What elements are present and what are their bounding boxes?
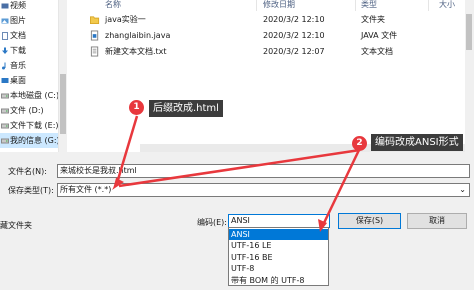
desktop-icon [1,77,9,83]
encoding-option[interactable]: 带有 BOM 的 UTF-8 [229,275,328,286]
file-name: 新建文本文档.txt [105,47,167,56]
encoding-option[interactable]: UTF-16 LE [229,240,328,251]
annotation-callout-1: 后缀改成.html [149,100,223,117]
file-modified: 2020/3/2 12:07 [263,47,325,56]
file-modified: 2020/3/2 12:10 [263,31,325,40]
sidebar-item[interactable]: 文件 (D:) [0,103,58,118]
sidebar-item-label: 桌面 [10,76,26,85]
video-icon [1,3,9,8]
file-list-scrollbar[interactable] [465,0,474,152]
hide-folders-toggle[interactable]: 藏文件夹 [0,220,32,231]
sidebar-item-label: 视频 [10,1,26,10]
chevron-down-icon: ⌄ [459,185,466,194]
filename-label: 文件名(N): [8,167,47,176]
cancel-button[interactable]: 取消 [407,213,467,229]
file-name: zhanglaibin.java [105,31,171,40]
document-icon [2,31,8,40]
encoding-value: ANSI [231,216,250,225]
navigation-scroll-thumb[interactable] [60,74,66,134]
file-type: 文本文档 [361,47,393,56]
download-icon [2,47,8,54]
encoding-label: 编码(E): [197,218,227,227]
column-header-modified[interactable]: 修改日期 [263,0,295,10]
music-icon [2,62,6,69]
sidebar-item-label: 图片 [10,16,26,25]
sidebar-item-label: 文档 [10,31,26,40]
sidebar-item-label: 我的信息 (G:) [10,136,58,145]
file-list: 名称 修改日期 类型 大小 java实验一 2020/3/2 12:10 文件夹 zh… [67,0,474,152]
sidebar-item[interactable]: 下载 [0,43,58,58]
text-file-icon [90,46,99,57]
column-header-size[interactable]: 大小 [439,0,455,10]
picture-icon [1,18,9,23]
navigation-pane: 视频图片文档下载音乐桌面本地磁盘 (C:) 文件 (D:) 文件下载 (E:) 我的信… [0,0,58,152]
sidebar-item[interactable]: 本地磁盘 (C:) [0,88,58,103]
save-type-value: 所有文件 (*.*) [60,185,112,194]
encoding-option[interactable]: UTF-8 [229,263,328,274]
encoding-option[interactable]: UTF-16 BE [229,252,328,263]
file-row[interactable]: zhanglaibin.java 2020/3/2 12:10 JAVA 文件 [87,29,467,43]
chevron-down-icon: ⌄ [319,216,326,225]
annotation-badge-1: 1 [129,100,144,115]
file-row[interactable]: 新建文本文档.txt 2020/3/2 12:07 文本文档 [87,45,467,59]
drive-icon [1,93,9,98]
java-file-icon [90,30,99,41]
encoding-option[interactable]: ANSI [229,229,328,240]
encoding-select[interactable]: ANSI ⌄ [228,214,330,228]
sidebar-item[interactable]: 图片 [0,13,58,28]
save-type-label: 保存类型(T): [8,186,54,195]
sidebar-item-label: 下载 [10,46,26,55]
sidebar-item-label: 本地磁盘 (C:) [10,91,58,100]
sidebar-item-label: 音乐 [10,61,26,70]
annotation-badge-2: 2 [352,136,367,151]
drive-icon [1,138,9,143]
column-divider[interactable] [428,0,429,11]
file-type: 文件夹 [361,15,385,24]
sidebar-item[interactable]: 音乐 [0,58,58,73]
sidebar-item[interactable]: 视频 [0,0,58,13]
filename-input[interactable]: 来城校长是我叔.html [57,164,470,178]
encoding-dropdown-list[interactable]: ANSI UTF-16 LE UTF-16 BE UTF-8 带有 BOM 的 UTF-… [228,227,329,286]
sidebar-item-label: 文件下载 (E:) [10,121,58,130]
file-list-scroll-thumb[interactable] [466,14,472,50]
column-divider[interactable] [256,0,257,11]
drive-icon [1,108,9,113]
navigation-scrollbar[interactable] [58,0,67,152]
column-header-type[interactable]: 类型 [361,0,377,10]
sidebar-item[interactable]: 文件下载 (E:) [0,118,58,133]
save-button[interactable]: 保存(S) [338,213,401,229]
column-divider[interactable] [355,0,356,11]
file-name: java实验一 [105,15,146,24]
save-type-select[interactable]: 所有文件 (*.*) ⌄ [57,183,470,197]
column-header-name[interactable]: 名称 [105,0,121,10]
sidebar-item[interactable]: 我的信息 (G:) [0,133,58,148]
sidebar-item-label: 文件 (D:) [10,106,44,115]
file-type: JAVA 文件 [361,31,398,40]
drive-icon [1,123,9,128]
annotation-callout-2: 编码改成ANSI形式 [371,134,463,151]
file-modified: 2020/3/2 12:10 [263,15,325,24]
sidebar-item[interactable]: 桌面 [0,73,58,88]
folder-icon [90,16,100,25]
sidebar-item[interactable]: 文档 [0,28,58,43]
file-row[interactable]: java实验一 2020/3/2 12:10 文件夹 [87,13,467,27]
